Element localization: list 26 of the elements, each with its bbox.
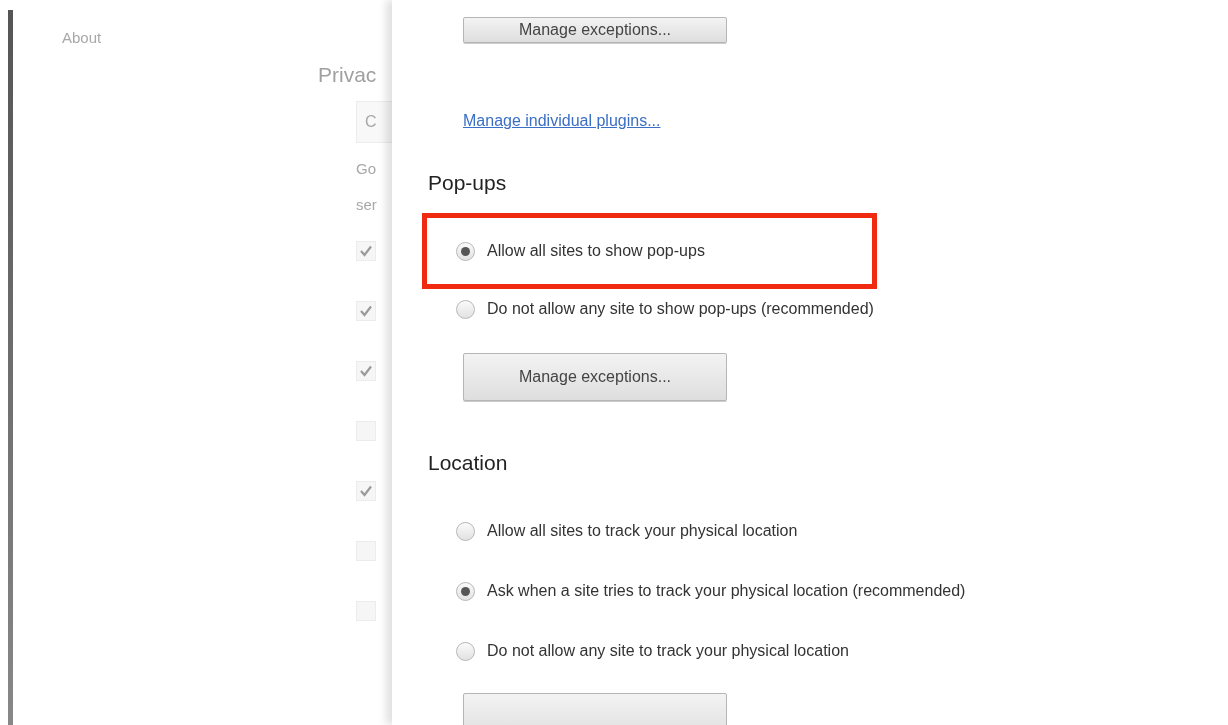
manage-plugins-link[interactable]: Manage individual plugins... <box>463 111 661 131</box>
checkbox[interactable] <box>356 301 376 321</box>
radio-label[interactable]: Ask when a site tries to track your physical location (recommended) <box>487 579 966 603</box>
checkbox[interactable] <box>356 361 376 381</box>
radio-label[interactable]: Allow all sites to show pop-ups <box>487 239 705 263</box>
radio-button[interactable] <box>456 299 475 319</box>
checkmark-icon <box>360 245 372 257</box>
checkbox[interactable] <box>356 241 376 261</box>
checkmark-icon <box>360 485 372 497</box>
manage-exceptions-button[interactable]: Manage exceptions... <box>463 353 727 401</box>
section-heading: Location <box>428 450 509 476</box>
radio-button[interactable] <box>456 241 475 261</box>
checkmark-icon <box>360 365 372 377</box>
section-title: Privac <box>318 62 378 88</box>
radio-label[interactable]: Do not allow any site to show pop-ups (recommended) <box>487 297 874 321</box>
radio-label[interactable]: Do not allow any site to track your physical location <box>487 639 849 663</box>
description-text: ser <box>356 195 378 215</box>
checkbox[interactable] <box>356 481 376 501</box>
section-heading: Pop-ups <box>428 170 508 196</box>
manage-exceptions-button[interactable]: Manage exceptions... <box>463 17 727 43</box>
radio-button[interactable] <box>456 581 475 601</box>
radio-button[interactable] <box>456 521 475 541</box>
radio-label[interactable]: Allow all sites to track your physical location <box>487 519 798 543</box>
checkmark-icon <box>360 305 372 317</box>
description-text: Go <box>356 159 377 179</box>
radio-button[interactable] <box>456 641 475 661</box>
